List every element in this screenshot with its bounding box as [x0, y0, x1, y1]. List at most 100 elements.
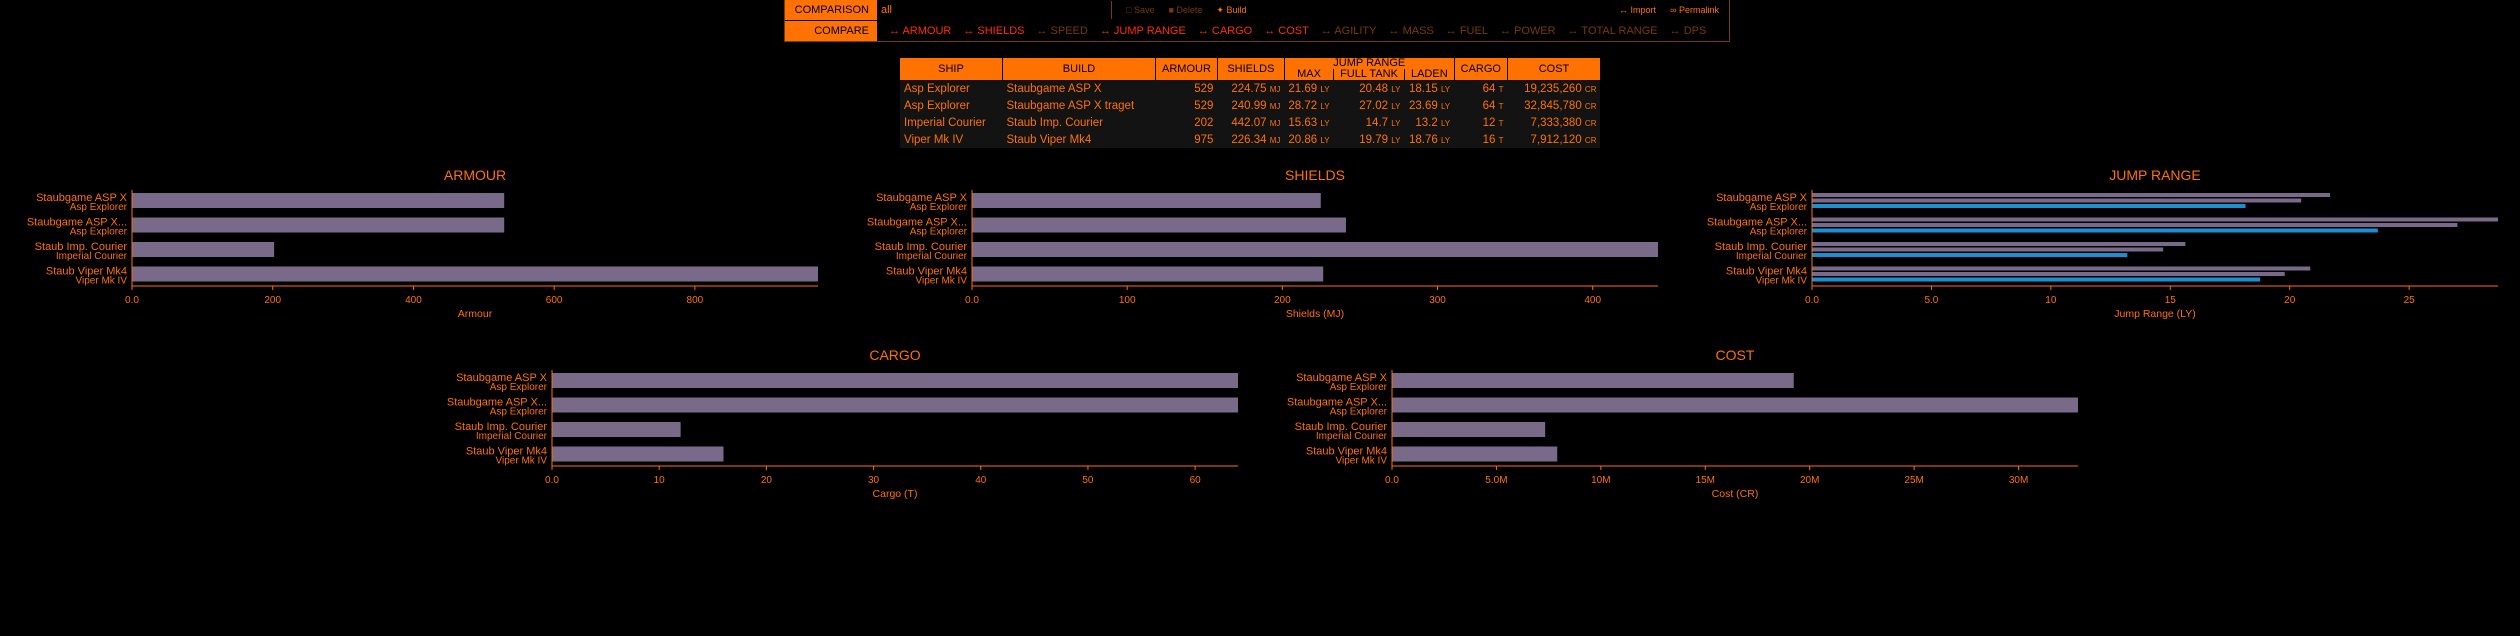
bar [1812, 198, 2302, 203]
cell-cargo: 64 T [1454, 80, 1508, 97]
cell-cost: 7,912,120 CR [1507, 131, 1601, 148]
cell-ship: Asp Explorer [900, 80, 1003, 97]
toggle-arrow-icon: ↔ [1669, 25, 1684, 37]
compare-panel: COMPARISON all □ Save ■ Delete ✦ Build ↔… [784, 0, 1730, 42]
compare-option-cost[interactable]: ↔ COST [1264, 25, 1309, 37]
bar [132, 193, 505, 208]
compare-option-mass[interactable]: ↔ MASS [1389, 25, 1434, 37]
compare-option-power[interactable]: ↔ POWER [1500, 25, 1556, 37]
compare-option-dps[interactable]: ↔ DPS [1670, 25, 1707, 37]
x-tick-label: 25M [1904, 475, 1923, 486]
toggle-arrow-icon: ↔ [963, 25, 978, 37]
x-axis-title: Jump Range (LY) [2114, 308, 2196, 320]
compare-option-fuel[interactable]: ↔ FUEL [1446, 25, 1488, 37]
chart-svg: ARMOURStaubgame ASP XAsp ExplorerStaubga… [27, 167, 818, 320]
category-sublabel: Viper Mk IV [1336, 456, 1388, 467]
table-row[interactable]: Asp Explorer Staubgame ASP X 529 224.75 MJ 2… [900, 80, 1601, 97]
x-tick-label: 300 [1429, 295, 1446, 306]
col-laden[interactable]: LADEN [1404, 69, 1455, 80]
chart-title: JUMP RANGE [2109, 167, 2201, 183]
table-row[interactable]: Imperial Courier Staub Imp. Courier 202 442… [900, 114, 1601, 131]
category-sublabel: Viper Mk IV [76, 276, 128, 287]
x-tick-label: 0.0 [1805, 295, 1819, 306]
cell-armour: 529 [1155, 97, 1218, 114]
x-tick-label: 15 [2165, 295, 2177, 306]
cell-full-tank: 19.79 LY [1333, 131, 1405, 148]
table-row[interactable]: Viper Mk IV Staub Viper Mk4 975 226.34 MJ 20… [900, 131, 1601, 148]
chart-svg: JUMP RANGEStaubgame ASP XAsp ExplorerSta… [1707, 167, 2498, 320]
x-tick-label: 20M [1800, 475, 1819, 486]
x-tick-label: 200 [1274, 295, 1291, 306]
cell-build: Staubgame ASP X traget [1002, 97, 1156, 114]
x-tick-label: 40 [975, 475, 987, 486]
import-button[interactable]: ↔ Import [1619, 5, 1656, 15]
toggle-arrow-icon: ↔ [1099, 25, 1114, 37]
compare-option-agility[interactable]: ↔ AGILITY [1321, 25, 1377, 37]
col-full-tank[interactable]: FULL TANK [1333, 69, 1405, 80]
chart-title: ARMOUR [444, 167, 506, 183]
build-button[interactable]: ✦ Build [1216, 5, 1246, 16]
category-sublabel: Asp Explorer [490, 382, 548, 393]
col-build[interactable]: BUILD [1002, 58, 1156, 80]
bar [1812, 272, 2285, 276]
cell-cost: 19,235,260 CR [1507, 80, 1601, 97]
cell-armour: 529 [1155, 80, 1218, 97]
cost-chart: COST Staubgame ASP X Asp Explorer Staubgame… [1260, 342, 2090, 522]
cell-cost: 32,845,780 CR [1507, 97, 1601, 114]
compare-options-row: COMPARE ↔ ARMOUR ↔ SHIELDS ↔ SPEED ↔ JUMP R… [785, 21, 1729, 41]
cell-full-tank: 27.02 LY [1333, 97, 1405, 114]
category-sublabel: Imperial Courier [1736, 251, 1808, 262]
compare-option-jump-range[interactable]: ↔ JUMP RANGE [1100, 25, 1186, 37]
bar [1392, 373, 1794, 388]
bar [1812, 223, 2458, 227]
col-ship[interactable]: SHIP [900, 58, 1003, 80]
bar [1812, 266, 2311, 271]
toggle-arrow-icon: ↔ [1197, 25, 1212, 37]
x-tick-label: 100 [1119, 295, 1136, 306]
cell-ship: Viper Mk IV [900, 131, 1003, 148]
col-max[interactable]: MAX [1284, 69, 1335, 80]
bar [1812, 253, 2128, 257]
bar [1812, 247, 2164, 252]
compare-option-cargo[interactable]: ↔ CARGO [1198, 25, 1252, 37]
bar [552, 397, 1238, 413]
category-sublabel: Asp Explorer [490, 407, 548, 418]
x-tick-label: 15M [1696, 475, 1715, 486]
cell-full-tank: 14.7 LY [1333, 114, 1405, 131]
shields-chart: SHIELDS Staubgame ASP X Asp Explorer Staubg… [840, 162, 1670, 342]
compare-option-speed[interactable]: ↔ SPEED [1036, 25, 1087, 37]
x-tick-label: 60 [1190, 475, 1202, 486]
compare-option-total-range[interactable]: ↔ TOTAL RANGE [1568, 25, 1658, 37]
x-tick-label: 20 [2284, 295, 2296, 306]
cell-cargo: 64 T [1454, 97, 1508, 114]
col-cost[interactable]: COST [1507, 58, 1601, 80]
cell-max: 15.63 LY [1284, 114, 1334, 131]
compare-option-shields[interactable]: ↔ SHIELDS [963, 25, 1024, 37]
comparison-tools-right: ↔ Import ∞ Permalink [1619, 5, 1719, 15]
delete-button[interactable]: ■ Delete [1168, 5, 1202, 15]
bar [552, 373, 1238, 388]
x-tick-label: 50 [1082, 475, 1094, 486]
bar [132, 266, 818, 282]
table-row[interactable]: Asp Explorer Staubgame ASP X traget 529 240… [900, 97, 1601, 114]
comparison-name-input[interactable]: all [881, 1, 1112, 19]
cargo-chart: CARGO Staubgame ASP X Asp Explorer Staubgam… [420, 342, 1250, 522]
col-armour[interactable]: ARMOUR [1155, 58, 1218, 80]
chart-svg: CARGOStaubgame ASP XAsp ExplorerStaubgam… [447, 347, 1238, 500]
chart-svg: COSTStaubgame ASP XAsp ExplorerStaubgame… [1287, 347, 2078, 500]
col-shields[interactable]: SHIELDS [1217, 58, 1285, 80]
cell-max: 28.72 LY [1284, 97, 1334, 114]
bar [552, 446, 724, 462]
x-tick-label: 200 [264, 295, 281, 306]
bar [972, 217, 1346, 233]
compare-option-armour[interactable]: ↔ ARMOUR [889, 25, 951, 37]
permalink-button[interactable]: ∞ Permalink [1670, 5, 1719, 15]
x-tick-label: 0.0 [1385, 475, 1399, 486]
category-sublabel: Viper Mk IV [916, 276, 968, 287]
toggle-arrow-icon: ↔ [1567, 25, 1582, 37]
col-cargo[interactable]: CARGO [1454, 58, 1508, 80]
chart-title: COST [1716, 347, 1755, 363]
bar [1812, 242, 2186, 246]
toggle-arrow-icon: ↔ [889, 25, 903, 37]
save-button[interactable]: □ Save [1126, 5, 1154, 15]
